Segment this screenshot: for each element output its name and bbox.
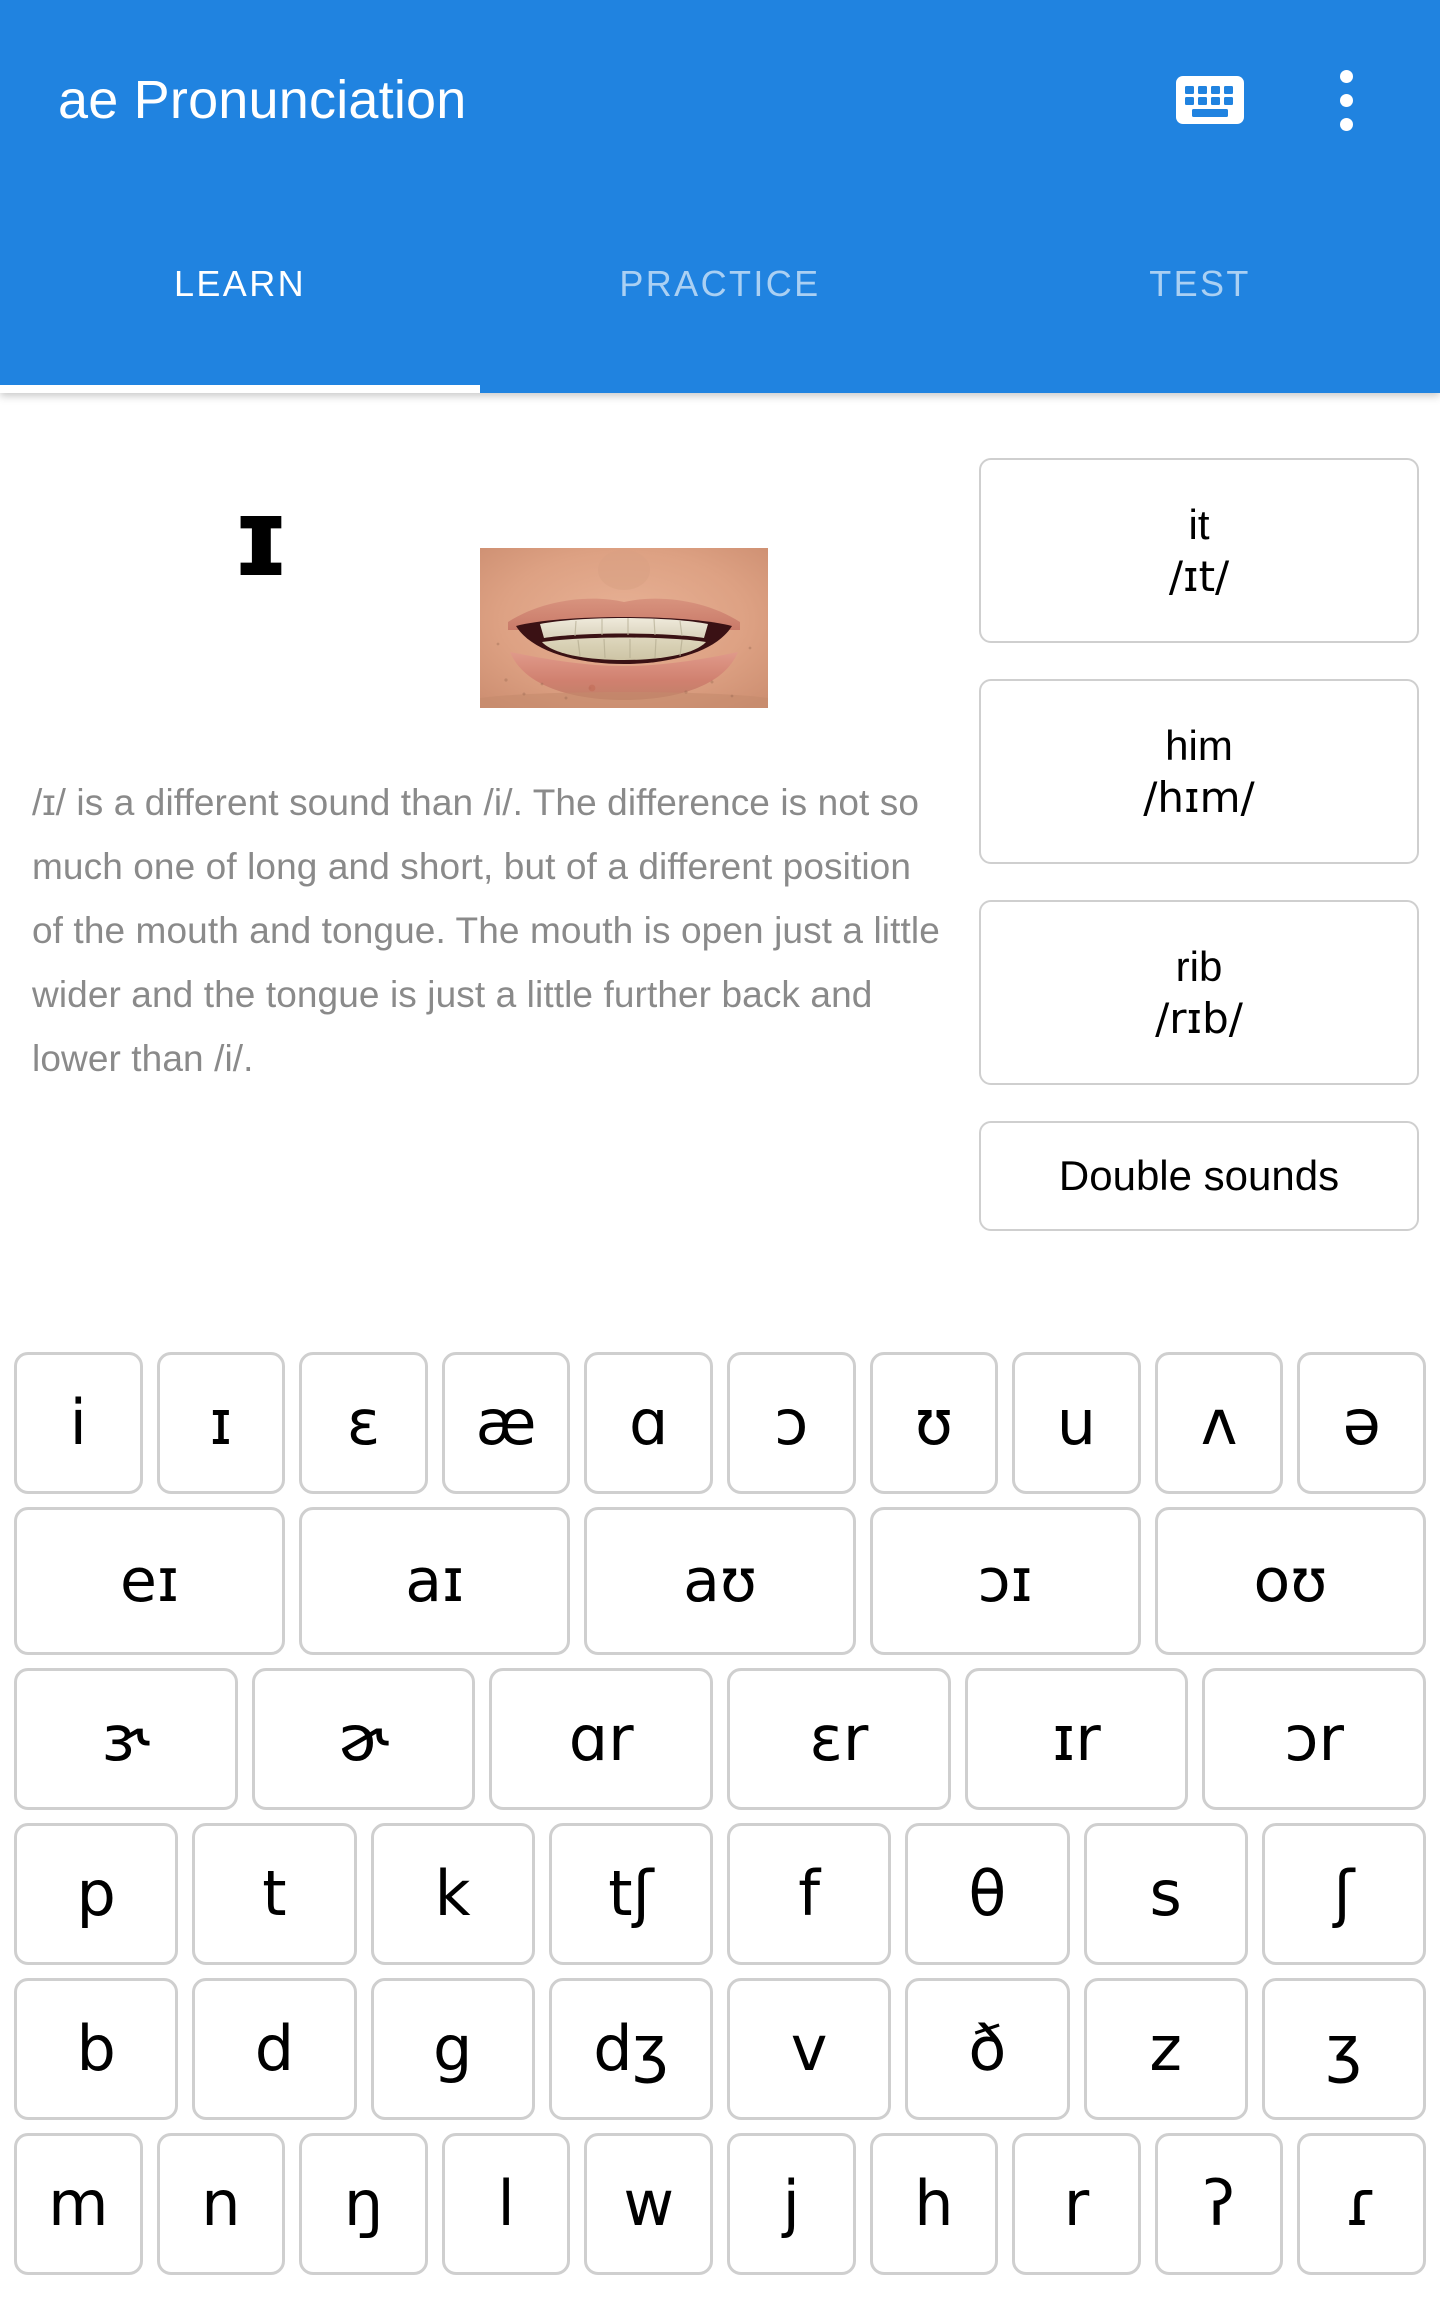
tab-test-label: TEST xyxy=(1149,263,1251,304)
ipa-key-voiceless-7[interactable]: ʃ xyxy=(1261,1823,1426,1965)
ipa-key-r-colored-2[interactable]: ɑr xyxy=(489,1668,714,1810)
ipa-key-sonorants-5[interactable]: j xyxy=(726,2133,856,2275)
ipa-key-monophthongs-6[interactable]: ʊ xyxy=(869,1352,999,1494)
ipa-symbol[interactable]: ɪ xyxy=(196,485,326,593)
ipa-key-diphthongs-0[interactable]: eɪ xyxy=(14,1507,286,1655)
ipa-key-monophthongs-9[interactable]: ə xyxy=(1297,1352,1426,1494)
symbol-and-photo-row: ɪ xyxy=(0,453,965,708)
more-vertical-icon xyxy=(1339,69,1353,131)
double-sounds-label: Double sounds xyxy=(1058,1151,1340,1199)
ipa-key-sonorants-7[interactable]: r xyxy=(1012,2133,1141,2275)
lesson-content: ɪ /ɪ/ is a different sound than /i/. The… xyxy=(0,393,1440,1345)
app-bar-actions xyxy=(1162,52,1394,148)
ipa-key-voiceless-4[interactable]: f xyxy=(727,1823,892,1965)
word-label: it xyxy=(1188,501,1210,549)
mouth-articulation-photo[interactable] xyxy=(480,548,768,708)
ipa-key-monophthongs-0[interactable]: i xyxy=(14,1352,143,1494)
ipa-key-voiced-5[interactable]: ð xyxy=(905,1978,1070,2120)
ipa-key-voiced-1[interactable]: d xyxy=(192,1978,357,2120)
app-bar: ae Pronunciation LEARN PRACTICE TEST xyxy=(0,0,1440,393)
ipa-key-monophthongs-4[interactable]: ɑ xyxy=(584,1352,713,1494)
lesson-detail-panel: ɪ /ɪ/ is a different sound than /i/. The… xyxy=(0,393,965,1345)
ipa-key-monophthongs-2[interactable]: ɛ xyxy=(299,1352,428,1494)
ipa-key-voiceless-3[interactable]: tʃ xyxy=(548,1823,713,1965)
sound-description: /ɪ/ is a different sound than /i/. The d… xyxy=(32,782,940,1079)
ipa-key-sonorants-8[interactable]: ʔ xyxy=(1154,2133,1284,2275)
word-ipa: /ɪt/ xyxy=(1168,551,1230,601)
ipa-key-diphthongs-4[interactable]: oʊ xyxy=(1154,1507,1427,1655)
ipa-key-r-colored-0[interactable]: ɝ xyxy=(14,1668,238,1810)
tab-active-indicator xyxy=(0,385,480,393)
word-label: him xyxy=(1165,722,1233,770)
ipa-keyboard-row-voiced: b d g dʒ v ð z ʒ xyxy=(14,1978,1426,2120)
ipa-key-sonorants-2[interactable]: ŋ xyxy=(299,2133,428,2275)
example-word-list: it /ɪt/ him /hɪm/ rib /rɪb/ Double sound… xyxy=(979,458,1419,1267)
tab-test[interactable]: TEST xyxy=(960,200,1440,393)
ipa-key-voiced-0[interactable]: b xyxy=(14,1978,179,2120)
ipa-key-sonorants-9[interactable]: ɾ xyxy=(1297,2133,1426,2275)
ipa-key-monophthongs-1[interactable]: ɪ xyxy=(156,1352,286,1494)
tab-learn[interactable]: LEARN xyxy=(0,200,480,393)
word-ipa: /hɪm/ xyxy=(1143,772,1255,822)
app-bar-top: ae Pronunciation xyxy=(0,0,1440,200)
ipa-key-voiceless-5[interactable]: θ xyxy=(905,1823,1070,1965)
ipa-key-sonorants-1[interactable]: n xyxy=(156,2133,286,2275)
ipa-key-monophthongs-7[interactable]: u xyxy=(1012,1352,1141,1494)
ipa-key-diphthongs-2[interactable]: aʊ xyxy=(584,1507,856,1655)
tab-practice-label: PRACTICE xyxy=(619,263,821,304)
ipa-key-monophthongs-3[interactable]: æ xyxy=(441,1352,571,1494)
ipa-key-monophthongs-8[interactable]: ʌ xyxy=(1154,1352,1284,1494)
ipa-keyboard-row-r-colored: ɝ ɚ ɑr ɛr ɪr ɔr xyxy=(14,1668,1427,1810)
ipa-key-voiceless-1[interactable]: t xyxy=(192,1823,357,1965)
word-card-rib[interactable]: rib /rɪb/ xyxy=(979,900,1419,1085)
ipa-key-r-colored-5[interactable]: ɔr xyxy=(1202,1668,1427,1810)
ipa-key-r-colored-1[interactable]: ɚ xyxy=(251,1668,476,1810)
ipa-key-voiced-6[interactable]: z xyxy=(1083,1978,1248,2120)
ipa-keyboard-row-diphthongs: eɪ aɪ aʊ ɔɪ oʊ xyxy=(14,1507,1427,1655)
word-card-him[interactable]: him /hɪm/ xyxy=(979,679,1419,864)
word-ipa: /rɪb/ xyxy=(1155,993,1243,1043)
ipa-key-voiced-4[interactable]: v xyxy=(727,1978,892,2120)
ipa-key-diphthongs-3[interactable]: ɔɪ xyxy=(869,1507,1141,1655)
ipa-key-voiced-3[interactable]: dʒ xyxy=(548,1978,713,2120)
ipa-key-r-colored-3[interactable]: ɛr xyxy=(727,1668,951,1810)
ipa-key-voiceless-0[interactable]: p xyxy=(14,1823,179,1965)
app-root: ae Pronunciation LEARN PRACTICE TEST ɪ /… xyxy=(0,0,1440,2305)
ipa-key-sonorants-0[interactable]: m xyxy=(14,2133,143,2275)
keyboard-icon xyxy=(1176,76,1244,124)
ipa-key-sonorants-4[interactable]: w xyxy=(584,2133,713,2275)
ipa-key-sonorants-3[interactable]: l xyxy=(441,2133,571,2275)
double-sounds-button[interactable]: Double sounds xyxy=(979,1121,1419,1231)
tab-learn-label: LEARN xyxy=(173,263,307,304)
word-label: rib xyxy=(1175,943,1223,991)
overflow-menu-button[interactable] xyxy=(1298,52,1394,148)
ipa-key-monophthongs-5[interactable]: ɔ xyxy=(726,1352,856,1494)
ipa-keyboard-row-monophthongs: iɪɛæɑɔʊuʌə xyxy=(14,1352,1426,1494)
ipa-key-voiceless-2[interactable]: k xyxy=(370,1823,535,1965)
ipa-key-voiceless-6[interactable]: s xyxy=(1083,1823,1248,1965)
ipa-keyboard-row-sonorants: mnŋlwjhrʔɾ xyxy=(14,2133,1426,2275)
tab-bar: LEARN PRACTICE TEST xyxy=(0,200,1440,393)
ipa-keyboard: i ɪ ɛ æ ɑ ɔ ʊ u ʌ ə eɪ aɪ aʊ ɔɪ oʊ ɝ ɚ ɑr ɛr ɪr ɔr p t k tʃ f θ s ʃ b… xyxy=(0,1352,1440,2305)
ipa-key-voiced-2[interactable]: g xyxy=(370,1978,535,2120)
keyboard-button[interactable] xyxy=(1162,52,1258,148)
ipa-keyboard-row-voiceless: p t k tʃ f θ s ʃ xyxy=(14,1823,1426,1965)
word-card-it[interactable]: it /ɪt/ xyxy=(979,458,1419,643)
ipa-key-voiced-7[interactable]: ʒ xyxy=(1261,1978,1426,2120)
ipa-key-diphthongs-1[interactable]: aɪ xyxy=(299,1507,571,1655)
page-title: ae Pronunciation xyxy=(58,70,467,130)
ipa-key-sonorants-6[interactable]: h xyxy=(869,2133,999,2275)
tab-practice[interactable]: PRACTICE xyxy=(480,200,960,393)
ipa-key-r-colored-4[interactable]: ɪr xyxy=(964,1668,1189,1810)
